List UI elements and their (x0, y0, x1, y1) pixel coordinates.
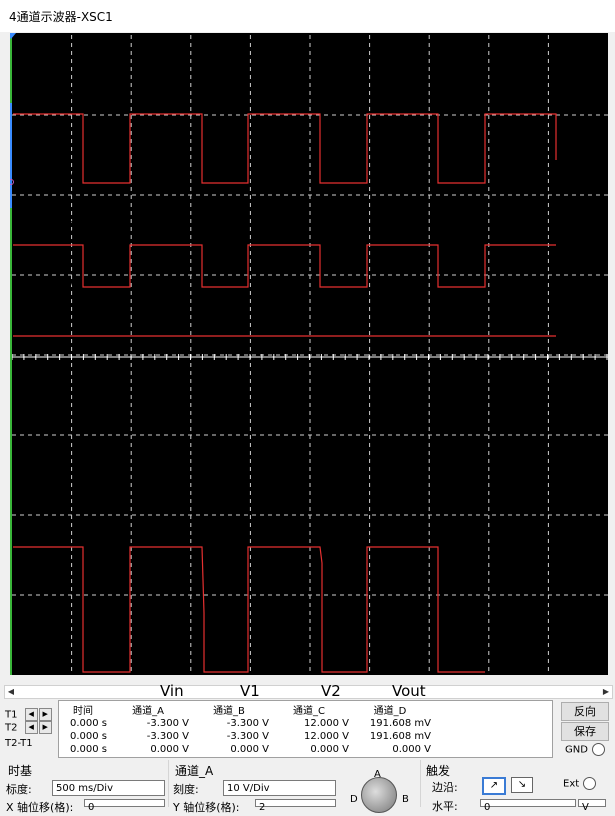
v1-low-label: -3.3V (39, 273, 79, 291)
time-scrollbar[interactable]: ◀ ▶ (4, 685, 613, 699)
cell: 12.000 V (303, 718, 349, 729)
table-row: 0.000 s -3.300 V -3.300 V 12.000 V 191.6… (59, 717, 431, 730)
t2-right-arrow-icon[interactable]: ▶ (38, 721, 52, 734)
cell: -3.300 V (146, 718, 189, 729)
trigger-level-input[interactable]: 0 (480, 799, 576, 813)
channel-name-v1: V1 (240, 682, 260, 700)
row-label: T1 (5, 709, 18, 721)
knob-label-d: D (350, 794, 358, 805)
readout-table: 时间 通道_A 通道_B 通道_C 通道_D 0.000 s -3.300 V … (59, 702, 431, 756)
vin-label: Vin (20, 83, 44, 101)
cell: 0.000 s (69, 731, 107, 742)
ext-option[interactable]: Ext (563, 777, 597, 790)
timebase-offset-label: X 轴位移(格): (6, 801, 74, 814)
save-button[interactable]: 保存 (561, 722, 609, 741)
cell: 0.000 V (230, 744, 269, 755)
row-label: T2 (5, 722, 18, 734)
timebase-offset-input[interactable]: 0 (84, 799, 165, 813)
table-row: 0.000 s -3.300 V -3.300 V 12.000 V 191.6… (59, 730, 431, 743)
vout-high-label: 12V (148, 523, 178, 541)
trigger-marker-icon (10, 33, 16, 39)
t1-left-arrow-icon[interactable]: ◀ (24, 708, 38, 721)
divider (168, 760, 169, 807)
header-channel-b: 通道_B (213, 706, 245, 717)
header-channel-a: 通道_A (132, 706, 164, 717)
timebase-scale-input[interactable]: 500 ms/Div (52, 780, 165, 796)
v2-low-label: 0V (78, 439, 98, 457)
t2-left-arrow-icon[interactable]: ◀ (24, 721, 38, 734)
t1-right-arrow-icon[interactable]: ▶ (38, 708, 52, 721)
cursor-t1: T1 ◀ ▶ (5, 708, 52, 721)
scroll-left-icon[interactable]: ◀ (5, 686, 17, 698)
cell: -3.300 V (226, 718, 269, 729)
cell: 0.000 V (392, 744, 431, 755)
cell: 0.000 s (69, 718, 107, 729)
v2-high-label: 12V (70, 315, 100, 333)
cell: 191.608 mV (369, 718, 431, 729)
trigger-section-title: 触发 (426, 764, 451, 778)
waveform-display (10, 33, 608, 675)
reverse-button[interactable]: 反向 (561, 702, 609, 721)
v1-high-label: 0.689V (66, 218, 120, 236)
measurement-readout: 时间 通道_A 通道_B 通道_C 通道_D 0.000 s -3.300 V … (58, 700, 553, 758)
gnd-option[interactable]: GND (565, 743, 605, 756)
ext-radio[interactable] (583, 777, 597, 790)
oscilloscope-screen: Vin 3.3V -3.3V V1 0.689V -3.3V V2 12V 0V… (10, 33, 608, 675)
channel-offset-input[interactable]: 2 (255, 799, 336, 813)
table-header: 时间 通道_A 通道_B 通道_C 通道_D (59, 702, 431, 717)
cell: 12.000 V (303, 731, 349, 742)
gnd-radio[interactable] (591, 743, 605, 756)
cell: -3.300 V (226, 731, 269, 742)
cursor-t2: T2 ◀ ▶ (5, 721, 52, 734)
timebase-scale-label: 标度: (6, 783, 32, 796)
cell: 191.608 mV (369, 731, 431, 742)
vin-trace (13, 113, 557, 184)
rising-edge-button[interactable]: ↗ (482, 777, 506, 795)
header-channel-c: 通道_C (293, 706, 325, 717)
v2-label: V2 (20, 315, 40, 333)
header-channel-d: 通道_D (373, 706, 407, 717)
channel-select-knob[interactable] (361, 777, 397, 813)
cell: 0.000 s (69, 744, 107, 755)
channel-name-vout: Vout (392, 682, 426, 700)
channel-name-v2: V2 (321, 682, 341, 700)
header-time: 时间 (73, 706, 93, 717)
channel-scale-label: 刻度: (173, 783, 199, 796)
scroll-right-icon[interactable]: ▶ (600, 686, 612, 698)
timebase-section-title: 时基 (8, 764, 33, 778)
cell: 0.000 V (150, 744, 189, 755)
gnd-label: GND (565, 744, 588, 756)
window-title: 4通道示波器-XSC1 (9, 10, 113, 24)
vout-trace (13, 546, 485, 673)
title-bar: 4通道示波器-XSC1 (0, 0, 615, 32)
cell: -3.300 V (146, 731, 189, 742)
vout-low-label: 0V (142, 654, 162, 672)
channel-name-vin: Vin (160, 682, 184, 700)
channel-offset-label: Y 轴位移(格): (173, 801, 240, 814)
falling-edge-button[interactable]: ↘ (511, 777, 533, 793)
knob-label-b: B (402, 794, 409, 805)
trigger-level-label: 水平: (432, 800, 458, 813)
falling-edge-icon: ↘ (517, 779, 527, 790)
v1-trace (13, 244, 556, 288)
vout-label: Vout (22, 525, 56, 543)
ext-label: Ext (563, 778, 580, 790)
rising-edge-icon: ↗ (489, 780, 499, 791)
trigger-unit-select[interactable]: V (578, 799, 606, 813)
channel-scale-input[interactable]: 10 V/Div (223, 780, 336, 796)
vin-high-label: 3.3V (64, 84, 99, 102)
table-row: 0.000 s 0.000 V 0.000 V 0.000 V 0.000 V (59, 743, 431, 756)
channel-section-title: 通道_A (175, 764, 214, 778)
v1-label: V1 (22, 220, 42, 238)
vin-low-label: -3.3V (36, 165, 76, 183)
trigger-edge-label: 边沿: (432, 781, 458, 794)
cell: 0.000 V (310, 744, 349, 755)
divider (420, 760, 421, 807)
row-label: T2-T1 (5, 738, 33, 749)
